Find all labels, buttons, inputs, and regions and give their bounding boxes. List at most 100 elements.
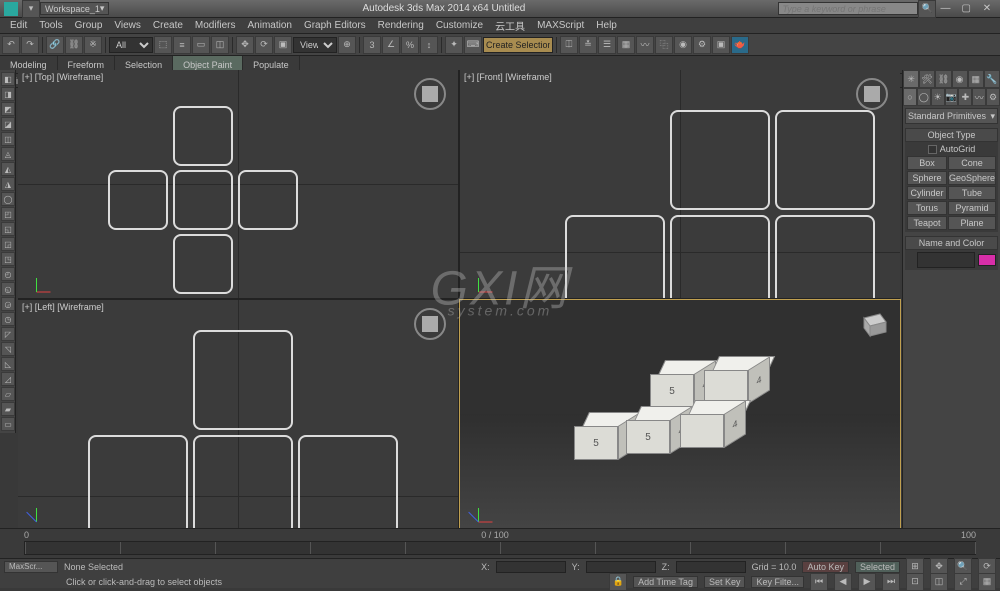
- select-button[interactable]: ⬚: [154, 36, 172, 54]
- help-search-input[interactable]: [778, 2, 918, 15]
- menu-cloud[interactable]: 云工具: [489, 18, 531, 33]
- set-key-button[interactable]: Set Key: [704, 576, 746, 588]
- menu-grapheditors[interactable]: Graph Editors: [298, 20, 372, 31]
- snap-3d-button[interactable]: 3: [363, 36, 381, 54]
- redo-button[interactable]: ↷: [21, 36, 39, 54]
- menu-rendering[interactable]: Rendering: [372, 20, 430, 31]
- named-selection-input[interactable]: [483, 37, 553, 53]
- left-tool-13[interactable]: ◳: [1, 252, 15, 266]
- viewport-front-label[interactable]: [+] [Front] [Wireframe]: [464, 72, 552, 82]
- btn-geosphere[interactable]: GeoSphere: [948, 171, 996, 185]
- cat-systems[interactable]: ⚙: [986, 88, 1000, 106]
- object-type-header[interactable]: Object Type: [905, 128, 998, 142]
- left-tool-7[interactable]: ◭: [1, 162, 15, 176]
- menu-animation[interactable]: Animation: [241, 20, 297, 31]
- spinner-snap-button[interactable]: ↕: [420, 36, 438, 54]
- undo-button[interactable]: ↶: [2, 36, 20, 54]
- btn-box[interactable]: Box: [907, 156, 947, 170]
- menu-edit[interactable]: Edit: [4, 20, 33, 31]
- tab-motion[interactable]: ◉: [952, 70, 968, 88]
- btn-sphere[interactable]: Sphere: [907, 171, 947, 185]
- cat-lights[interactable]: ☀: [931, 88, 945, 106]
- app-menu-arrow[interactable]: ▾: [22, 0, 40, 18]
- left-tool-2[interactable]: ◨: [1, 87, 15, 101]
- primitive-dropdown[interactable]: Standard Primitives▾: [905, 108, 998, 124]
- menu-customize[interactable]: Customize: [430, 20, 489, 31]
- ref-coord-system[interactable]: View: [293, 37, 337, 53]
- left-tool-17[interactable]: ◷: [1, 312, 15, 326]
- left-tool-24[interactable]: ▭: [1, 417, 15, 431]
- left-tool-9[interactable]: ◯: [1, 192, 15, 206]
- btn-pyramid[interactable]: Pyramid: [948, 201, 996, 215]
- btn-teapot[interactable]: Teapot: [907, 216, 947, 230]
- curve-editor-button[interactable]: 〰: [636, 36, 654, 54]
- tab-modify[interactable]: 🛠: [919, 70, 935, 88]
- left-tool-8[interactable]: ◮: [1, 177, 15, 191]
- key-filters-button[interactable]: Key Filte...: [751, 576, 804, 588]
- viewport-top-label[interactable]: [+] [Top] [Wireframe]: [22, 72, 103, 82]
- coord-z-input[interactable]: [676, 561, 746, 573]
- left-tool-19[interactable]: ◹: [1, 342, 15, 356]
- maximize-button[interactable]: ▢: [957, 3, 975, 14]
- schematic-view-button[interactable]: ⿻: [655, 36, 673, 54]
- btn-cone[interactable]: Cone: [948, 156, 996, 170]
- left-tool-23[interactable]: ▰: [1, 402, 15, 416]
- tab-create[interactable]: ✳: [903, 70, 919, 88]
- name-color-header[interactable]: Name and Color: [905, 236, 998, 250]
- layers-button[interactable]: ☰: [598, 36, 616, 54]
- selection-filter[interactable]: All: [109, 37, 153, 53]
- left-tool-22[interactable]: ▱: [1, 387, 15, 401]
- viewcube-left[interactable]: [414, 308, 446, 340]
- left-tool-14[interactable]: ◴: [1, 267, 15, 281]
- viewport-left-label[interactable]: [+] [Left] [Wireframe]: [22, 302, 104, 312]
- left-tool-15[interactable]: ◵: [1, 282, 15, 296]
- auto-key-button[interactable]: Auto Key: [802, 561, 849, 573]
- menu-group[interactable]: Group: [69, 20, 109, 31]
- menu-tools[interactable]: Tools: [33, 20, 68, 31]
- autogrid-checkbox[interactable]: [928, 145, 937, 154]
- viewport-left[interactable]: [+] [Left] [Wireframe]: [18, 300, 458, 528]
- menu-create[interactable]: Create: [147, 20, 189, 31]
- minimize-button[interactable]: —: [936, 3, 954, 14]
- tab-hierarchy[interactable]: ⛓: [935, 70, 951, 88]
- tab-display[interactable]: ▦: [968, 70, 984, 88]
- coord-y-input[interactable]: [586, 561, 656, 573]
- window-crossing-button[interactable]: ◫: [211, 36, 229, 54]
- left-tool-12[interactable]: ◲: [1, 237, 15, 251]
- viewport-perspective[interactable]: 54 4 5 54 4: [460, 300, 900, 528]
- material-editor-button[interactable]: ◉: [674, 36, 692, 54]
- scale-button[interactable]: ▣: [274, 36, 292, 54]
- rotate-button[interactable]: ⟳: [255, 36, 273, 54]
- cat-spacewarps[interactable]: 〰: [972, 88, 986, 106]
- left-tool-16[interactable]: ◶: [1, 297, 15, 311]
- left-tool-20[interactable]: ◺: [1, 357, 15, 371]
- close-button[interactable]: ✕: [978, 3, 996, 14]
- unlink-button[interactable]: ⛓: [65, 36, 83, 54]
- move-button[interactable]: ✥: [236, 36, 254, 54]
- left-tool-3[interactable]: ◩: [1, 102, 15, 116]
- viewcube-top[interactable]: [414, 78, 446, 110]
- left-tool-1[interactable]: ◧: [1, 72, 15, 86]
- timeline-track[interactable]: [24, 541, 976, 555]
- selected-button[interactable]: Selected: [855, 561, 900, 573]
- left-tool-21[interactable]: ◿: [1, 372, 15, 386]
- cat-geometry[interactable]: ○: [903, 88, 917, 106]
- select-region-button[interactable]: ▭: [192, 36, 210, 54]
- pivot-center-button[interactable]: ⊕: [338, 36, 356, 54]
- graphite-toggle[interactable]: ▦: [617, 36, 635, 54]
- menu-help[interactable]: Help: [590, 20, 623, 31]
- workspace-selector[interactable]: Workspace_1 ▾: [40, 2, 109, 15]
- coord-x-input[interactable]: [496, 561, 566, 573]
- left-tool-10[interactable]: ◰: [1, 207, 15, 221]
- menu-views[interactable]: Views: [108, 20, 147, 31]
- bind-spacewarp-button[interactable]: ※: [84, 36, 102, 54]
- object-color-swatch[interactable]: [978, 254, 996, 266]
- viewport-top[interactable]: [+] [Top] [Wireframe]: [18, 70, 458, 298]
- cat-helpers[interactable]: ✚: [958, 88, 972, 106]
- viewcube-front[interactable]: [856, 78, 888, 110]
- menu-modifiers[interactable]: Modifiers: [189, 20, 242, 31]
- app-icon[interactable]: [4, 2, 18, 16]
- cat-cameras[interactable]: 📷: [945, 88, 959, 106]
- left-tool-18[interactable]: ◸: [1, 327, 15, 341]
- add-time-tag-button[interactable]: Add Time Tag: [633, 576, 698, 588]
